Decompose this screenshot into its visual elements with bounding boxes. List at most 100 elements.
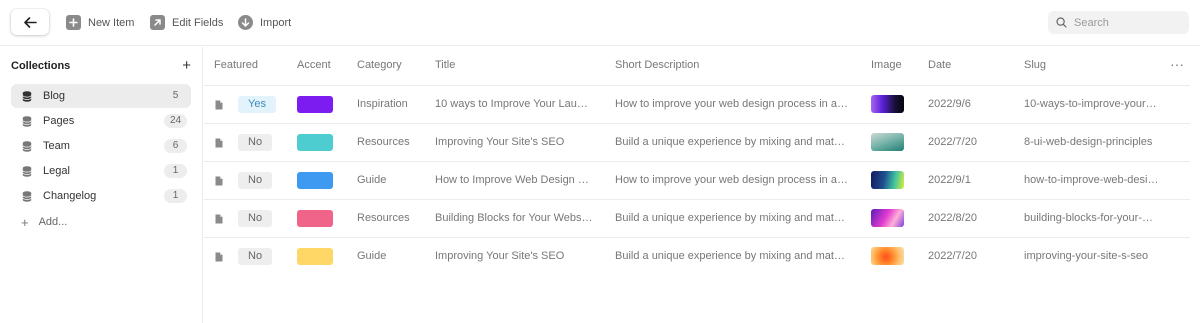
slug-cell: 8-ui-web-design-principles [1024,136,1153,148]
new-item-button[interactable]: New Item [66,14,134,31]
column-header-featured[interactable]: Featured [214,59,258,71]
collections-sidebar: Collections + Blog 5 Pages 24 Team 6 Legal 1 Cha… [0,47,203,323]
item-count-badge: 24 [164,114,187,128]
arrow-left-icon [23,16,37,28]
date-cell: 2022/7/20 [928,250,977,262]
import-button[interactable]: Import [238,14,291,31]
column-header-image[interactable]: Image [871,59,902,71]
table-row[interactable]: No Guide Improving Your Site's SEO Build a … [204,237,1190,275]
title-cell: How to Improve Web Design Process [435,174,593,186]
image-thumbnail [871,171,904,189]
table-row[interactable]: Yes Inspiration 10 ways to Improve Your La… [204,85,1190,123]
sidebar-item-label: Changelog [43,190,97,202]
description-cell: Build a unique experience by mixing and … [615,250,849,262]
items-table: Featured Accent Category Title Short Des… [204,47,1200,323]
sidebar-item-label: Team [43,140,70,152]
add-collection-icon[interactable]: + [182,58,191,73]
document-icon [215,100,223,110]
image-thumbnail [871,95,904,113]
date-cell: 2022/8/20 [928,212,977,224]
item-count-badge: 1 [164,164,187,178]
collections-title: Collections [11,60,71,72]
featured-badge: No [238,172,273,189]
collections-header: Collections + [11,58,191,73]
slug-cell: improving-your-site-s-seo [1024,250,1149,262]
column-header-category[interactable]: Category [357,59,402,71]
back-button[interactable] [11,9,49,35]
table-row[interactable]: No Resources Improving Your Site's SEO Buil… [204,123,1190,161]
database-icon [22,140,32,152]
more-options-icon[interactable]: ··· [1170,57,1184,71]
search-box[interactable] [1048,11,1189,34]
arrow-down-icon [238,15,253,30]
sidebar-item-label: Pages [43,115,75,127]
sidebar-item-legal[interactable]: Legal 1 [11,159,191,183]
date-cell: 2022/9/6 [928,98,971,110]
add-collection-label: Add... [38,216,68,228]
slug-cell: 10-ways-to-improve-your-launch [1024,98,1159,110]
title-cell: Improving Your Site's SEO [435,136,565,148]
description-cell: Build a unique experience by mixing and … [615,212,849,224]
table-row[interactable]: No Guide How to Improve Web Design Process… [204,161,1190,199]
title-cell: Building Blocks for Your Website [435,212,593,224]
slug-cell: how-to-improve-web-design [1024,174,1159,186]
database-icon [22,115,32,127]
arrow-up-right-icon [150,15,165,30]
plus-icon: + [21,214,29,230]
sidebar-item-pages[interactable]: Pages 24 [11,109,191,133]
column-header-short-description[interactable]: Short Description [615,59,699,71]
column-header-date[interactable]: Date [928,59,951,71]
column-header-title[interactable]: Title [435,59,455,71]
featured-badge: No [238,134,273,151]
featured-badge: No [238,248,273,265]
category-cell: Resources [357,136,410,148]
edit-fields-button[interactable]: Edit Fields [150,14,223,31]
accent-color-swatch [297,210,333,227]
image-thumbnail [871,209,904,227]
accent-color-swatch [297,96,333,113]
sidebar-item-changelog[interactable]: Changelog 1 [11,184,191,208]
import-label: Import [260,16,292,29]
document-icon [215,138,223,148]
slug-cell: building-blocks-for-your-website [1024,212,1159,224]
column-header-accent[interactable]: Accent [297,59,331,71]
database-icon [22,165,32,177]
column-header-slug[interactable]: Slug [1024,59,1046,71]
item-count-badge: 6 [164,139,187,153]
category-cell: Guide [357,250,387,262]
date-cell: 2022/9/1 [928,174,971,186]
sidebar-item-label: Legal [43,165,70,177]
plus-icon [66,15,81,30]
document-icon [215,214,223,224]
image-thumbnail [871,133,904,151]
description-cell: Build a unique experience by mixing and … [615,136,849,148]
accent-color-swatch [297,134,333,151]
item-count-badge: 1 [164,189,187,203]
search-input[interactable] [1074,16,1174,29]
sidebar-item-blog[interactable]: Blog 5 [11,84,191,108]
toolbar: New Item Edit Fields Import [0,0,1200,46]
description-cell: How to improve your web design process i… [615,174,849,186]
description-cell: How to improve your web design process i… [615,98,849,110]
database-icon [22,90,32,102]
featured-badge: No [238,210,273,227]
title-cell: Improving Your Site's SEO [435,250,565,262]
featured-badge: Yes [238,96,276,113]
item-count-badge: 5 [172,90,179,101]
document-icon [215,252,223,262]
image-thumbnail [871,247,904,265]
add-collection-button[interactable]: + Add... [11,214,67,230]
category-cell: Guide [357,174,387,186]
sidebar-item-team[interactable]: Team 6 [11,134,191,158]
table-row[interactable]: No Resources Building Blocks for Your Webs… [204,199,1190,237]
category-cell: Resources [357,212,410,224]
sidebar-item-label: Blog [43,90,66,102]
database-icon [22,190,32,202]
category-cell: Inspiration [357,98,408,110]
date-cell: 2022/7/20 [928,136,977,148]
accent-color-swatch [297,172,333,189]
title-cell: 10 ways to Improve Your Launch [435,98,593,110]
document-icon [215,176,223,186]
search-icon [1056,17,1067,28]
edit-fields-label: Edit Fields [172,16,224,29]
